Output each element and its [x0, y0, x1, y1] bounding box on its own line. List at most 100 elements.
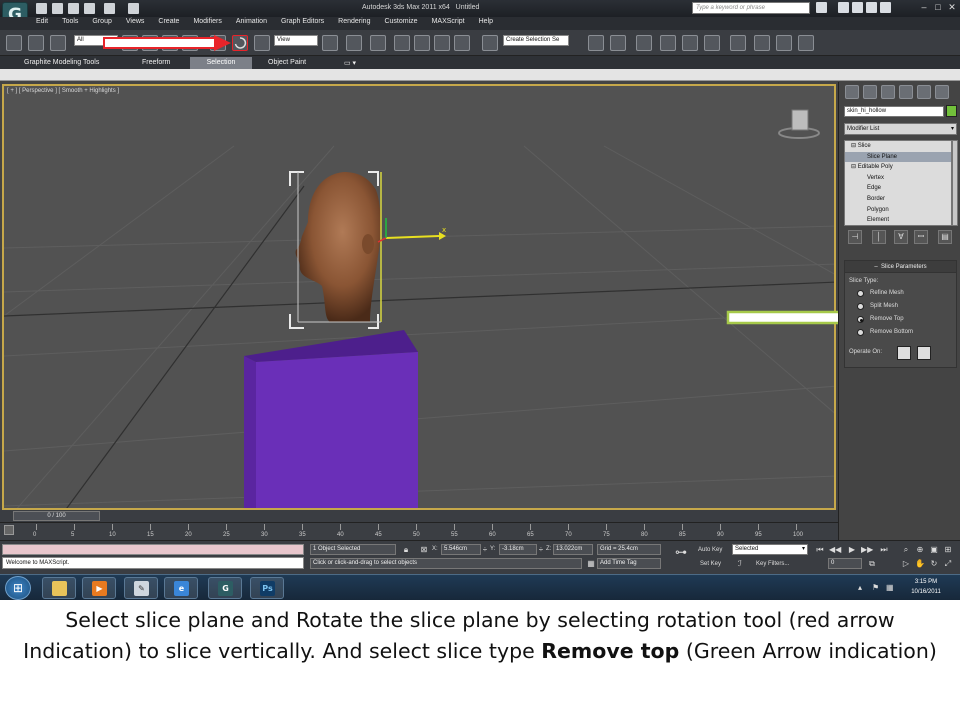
- time-configuration-icon[interactable]: ⧉: [866, 558, 878, 569]
- taskbar-notepad[interactable]: ✎: [124, 577, 158, 599]
- time-slider[interactable]: 0 / 100: [0, 510, 838, 522]
- x-coordinate-field[interactable]: 5.546cm: [441, 544, 481, 555]
- unlink-icon[interactable]: [28, 35, 44, 51]
- keyboard-shortcut-icon[interactable]: [370, 35, 386, 51]
- radio-refine-mesh[interactable]: [857, 290, 864, 297]
- pivot-center-icon[interactable]: [322, 35, 338, 51]
- maximize-viewport-icon[interactable]: ⤢: [942, 558, 954, 569]
- radio-remove-bottom[interactable]: [857, 329, 864, 336]
- box-object[interactable]: [244, 330, 418, 510]
- pin-stack-icon[interactable]: ⊣: [848, 230, 862, 244]
- modify-tab-icon[interactable]: [863, 85, 877, 99]
- named-selection-set-dropdown[interactable]: Create Selection Se: [503, 35, 569, 46]
- modifier-stack-scrollbar[interactable]: [952, 140, 958, 226]
- modifier-stack-item[interactable]: ⊟ Slice: [845, 141, 951, 152]
- modifier-stack[interactable]: ⊟ Slice Slice Plane ⊟ Editable Poly Vertex E…: [844, 140, 952, 226]
- schematic-view-icon[interactable]: [704, 35, 720, 51]
- configure-modifier-sets-icon[interactable]: ▤: [938, 230, 952, 244]
- tab-selection[interactable]: Selection: [190, 57, 252, 69]
- next-frame-icon[interactable]: ▶▶: [861, 544, 873, 555]
- previous-frame-icon[interactable]: ◀◀: [829, 544, 841, 555]
- favorites-star-icon[interactable]: [866, 2, 877, 13]
- redo-icon[interactable]: [104, 3, 115, 14]
- key-filters-button[interactable]: Key Filters...: [756, 561, 789, 567]
- binoculars-icon[interactable]: [816, 2, 827, 13]
- set-key-button[interactable]: Set Key: [700, 561, 721, 567]
- link-icon[interactable]: [6, 35, 22, 51]
- search-input[interactable]: Type a keyword or phrase: [692, 2, 810, 14]
- radio-split-mesh[interactable]: [857, 303, 864, 310]
- utilities-tab-icon[interactable]: [935, 85, 949, 99]
- align-icon[interactable]: [610, 35, 626, 51]
- menu-create[interactable]: Create: [158, 18, 179, 29]
- track-bar[interactable]: 0 5 10 15 20 25 30 35 40 45 50 55 60 65 70 75 80 85 90 95 10…: [0, 522, 838, 540]
- network-icon[interactable]: ▦: [886, 583, 894, 592]
- display-tab-icon[interactable]: [917, 85, 931, 99]
- menu-animation[interactable]: Animation: [236, 18, 267, 29]
- motion-tab-icon[interactable]: [899, 85, 913, 99]
- pan-view-icon[interactable]: ✋: [914, 558, 926, 569]
- y-coordinate-field[interactable]: -3.18cm: [499, 544, 537, 555]
- project-folder-icon[interactable]: [128, 3, 139, 14]
- menu-edit[interactable]: Edit: [36, 18, 48, 29]
- menu-modifiers[interactable]: Modifiers: [193, 18, 221, 29]
- head-model[interactable]: [295, 172, 381, 322]
- ribbon-options-icon[interactable]: ▭ ▾: [336, 57, 364, 69]
- go-to-end-icon[interactable]: ⏭: [878, 544, 890, 555]
- rollout-title[interactable]: – Slice Parameters: [845, 261, 956, 273]
- edit-named-selection-icon[interactable]: [482, 35, 498, 51]
- expand-icon[interactable]: ⊟: [851, 164, 858, 170]
- remove-modifier-icon[interactable]: ꟷ: [914, 230, 928, 244]
- taskbar-media-player[interactable]: ▶: [82, 577, 116, 599]
- modifier-stack-item[interactable]: Element: [845, 215, 951, 226]
- key-mode-dropdown[interactable]: Selected ▾: [732, 544, 808, 555]
- y-spinner-icon[interactable]: ÷: [537, 544, 545, 555]
- add-time-tag-button[interactable]: Add Time Tag: [597, 558, 661, 569]
- tab-object-paint[interactable]: Object Paint: [260, 57, 314, 69]
- time-slider-handle[interactable]: 0 / 100: [13, 511, 100, 521]
- percent-snap-icon[interactable]: [434, 35, 450, 51]
- auto-key-button[interactable]: Auto Key: [698, 547, 722, 553]
- open-file-icon[interactable]: [52, 3, 63, 14]
- subscription-icon[interactable]: [838, 2, 849, 13]
- key-tangent-icon[interactable]: ℐ: [734, 558, 746, 569]
- tab-graphite-modeling-tools[interactable]: Graphite Modeling Tools: [16, 57, 107, 69]
- modifier-list-dropdown[interactable]: Modifier List ▾: [844, 123, 957, 135]
- modifier-stack-item[interactable]: Vertex: [845, 173, 951, 184]
- tab-freeform[interactable]: Freeform: [134, 57, 178, 69]
- object-name-field[interactable]: skin_hi_hollow: [844, 106, 944, 117]
- radio-remove-top[interactable]: [857, 316, 864, 323]
- expand-icon[interactable]: ⊟: [851, 143, 858, 149]
- lock-selection-icon[interactable]: 🔒︎: [400, 544, 412, 555]
- operate-on-poly-button[interactable]: [917, 346, 931, 360]
- zoom-extents-all-icon[interactable]: ⊞: [942, 544, 954, 555]
- taskbar-photoshop[interactable]: Ps: [250, 577, 284, 599]
- menu-maxscript[interactable]: MAXScript: [432, 18, 465, 29]
- taskbar-internet-explorer[interactable]: e: [164, 577, 198, 599]
- communication-icon[interactable]: [852, 2, 863, 13]
- taskbar-explorer[interactable]: [42, 577, 76, 599]
- play-icon[interactable]: ▶: [846, 544, 858, 555]
- snaps-toggle-icon[interactable]: [394, 35, 410, 51]
- time-tag-icon[interactable]: ▦: [585, 558, 597, 569]
- modifier-stack-item[interactable]: Border: [845, 194, 951, 205]
- reference-coordinate-dropdown[interactable]: View: [274, 35, 318, 46]
- go-to-start-icon[interactable]: ⏮: [814, 544, 826, 555]
- object-color-swatch[interactable]: [946, 105, 957, 117]
- mini-curve-editor-icon[interactable]: [4, 525, 14, 535]
- undo-icon[interactable]: [84, 3, 95, 14]
- new-file-icon[interactable]: [36, 3, 47, 14]
- spinner-snap-icon[interactable]: [454, 35, 470, 51]
- help-icon[interactable]: [880, 2, 891, 13]
- zoom-all-icon[interactable]: ⊕: [914, 544, 926, 555]
- curve-editor-icon[interactable]: [682, 35, 698, 51]
- modifier-stack-item[interactable]: Polygon: [845, 205, 951, 216]
- viewcube-icon[interactable]: [778, 109, 820, 139]
- material-editor-icon[interactable]: [730, 35, 746, 51]
- perspective-viewport[interactable]: x [ + ] [ Perspective ] [ Smooth + Highl…: [2, 84, 836, 510]
- modifier-stack-item[interactable]: Slice Plane: [845, 151, 951, 163]
- select-scale-icon[interactable]: [254, 35, 270, 51]
- graphite-toggle-icon[interactable]: [660, 35, 676, 51]
- system-clock[interactable]: 3:15 PM 10/16/2011: [900, 577, 952, 597]
- mirror-icon[interactable]: [588, 35, 604, 51]
